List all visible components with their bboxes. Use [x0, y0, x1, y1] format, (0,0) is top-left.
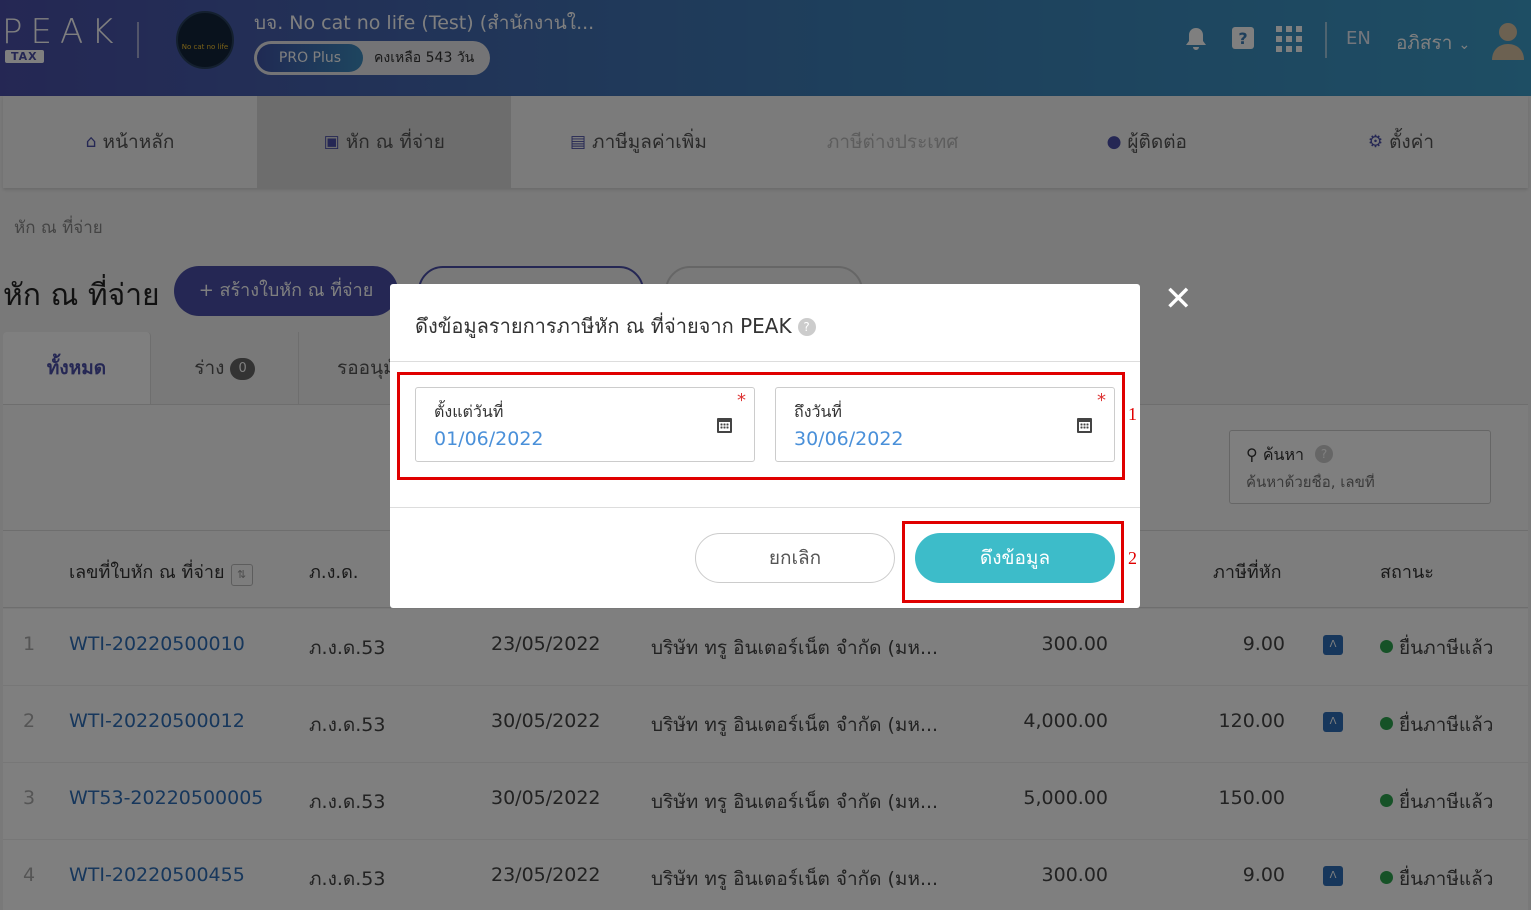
- annotation-number: 2: [1128, 548, 1137, 568]
- cancel-button[interactable]: ยกเลิก: [695, 533, 895, 583]
- annotation-number: 1: [1128, 404, 1137, 424]
- help-icon[interactable]: ?: [797, 318, 816, 336]
- modal-title-text: ดึงข้อมูลรายการภาษีหัก ณ ที่จ่ายจาก PEAK: [415, 314, 792, 338]
- modal-title: ดึงข้อมูลรายการภาษีหัก ณ ที่จ่ายจาก PEAK…: [415, 310, 816, 342]
- divider: [390, 507, 1140, 508]
- close-icon[interactable]: ✕: [1164, 282, 1193, 316]
- annotation-box-fetch: [902, 521, 1124, 603]
- annotation-box-dates: [397, 372, 1125, 480]
- divider: [390, 361, 1140, 362]
